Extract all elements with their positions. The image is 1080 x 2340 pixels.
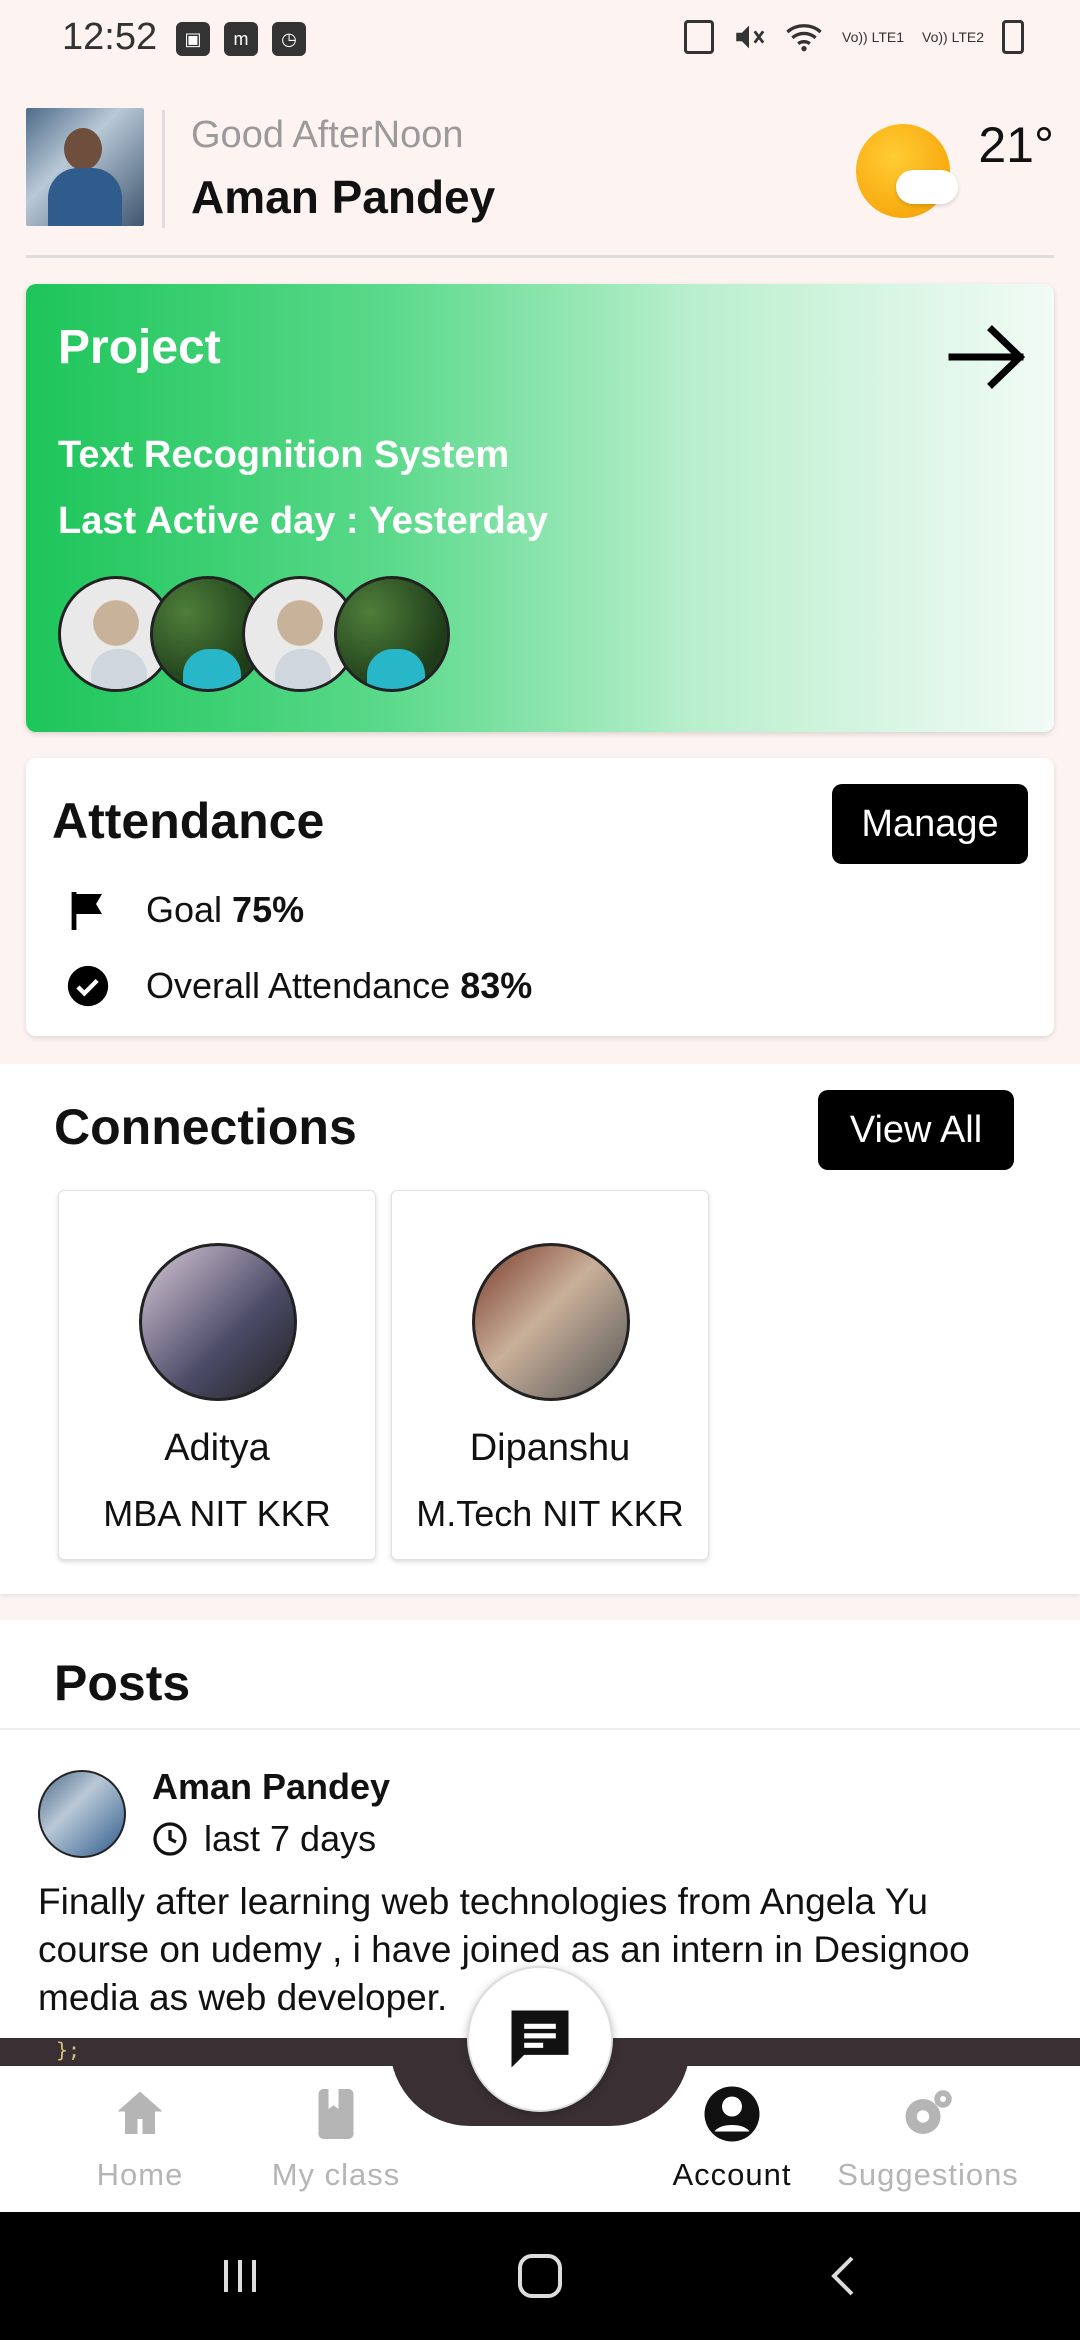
back-icon[interactable] xyxy=(814,2246,874,2306)
status-time: 12:52 xyxy=(62,16,158,58)
user-avatar[interactable] xyxy=(26,108,144,226)
lte1-signal-icon: Vo)) LTE1 xyxy=(842,29,904,45)
post-time-text: last 7 days xyxy=(204,1818,377,1859)
header: Good AfterNoon Aman Pandey 21° xyxy=(26,108,1054,258)
nav-account[interactable]: Account xyxy=(632,2084,832,2193)
weather-widget: 21° xyxy=(856,116,1054,218)
attendance-card: Attendance Manage Goal 75% Overall Atten… xyxy=(26,758,1054,1036)
goal-value: 75% xyxy=(232,889,305,930)
image-icon: ▣ xyxy=(176,22,210,56)
status-bar: 12:52 ▣ m ◷ Vo)) LTE1 Vo)) LTE2 xyxy=(0,0,1080,80)
post-author-avatar[interactable] xyxy=(38,1770,126,1858)
goal-row: Goal 75% xyxy=(60,880,304,940)
member-avatar xyxy=(334,576,450,692)
post-time: last 7 days xyxy=(152,1818,376,1860)
status-left-icons: ▣ m ◷ xyxy=(176,22,306,56)
nav-suggestions[interactable]: Suggestions xyxy=(828,2084,1028,2193)
connection-avatar xyxy=(472,1243,630,1401)
connection-card[interactable]: Aditya MBA NIT KKR xyxy=(58,1190,376,1560)
greeting-text: Good AfterNoon xyxy=(191,114,464,156)
posts-divider xyxy=(0,1728,1080,1730)
wifi-icon xyxy=(786,24,822,52)
user-name: Aman Pandey xyxy=(191,171,496,223)
my-app-icon: m xyxy=(224,22,258,56)
overall-attendance-row: Overall Attendance 83% xyxy=(60,956,532,1016)
clock-app-icon: ◷ xyxy=(272,22,306,56)
chat-icon xyxy=(511,2010,569,2068)
header-divider xyxy=(162,110,165,228)
nav-account-label: Account xyxy=(672,2157,792,2192)
project-last-active: Last Active day : Yesterday xyxy=(58,500,549,542)
view-all-button[interactable]: View All xyxy=(818,1090,1014,1170)
lte2-signal-icon: Vo)) LTE2 xyxy=(922,29,984,45)
project-name: Text Recognition System xyxy=(58,434,510,476)
gear-icon xyxy=(905,2090,952,2134)
overall-attendance-label: Overall Attendance xyxy=(146,965,451,1006)
recent-apps-icon[interactable] xyxy=(210,2246,270,2306)
clock-icon xyxy=(153,1822,187,1856)
nav-home-label: Home xyxy=(96,2157,184,2192)
home-icon xyxy=(117,2091,163,2134)
goal-label: Goal xyxy=(146,889,223,930)
connections-section: Connections View All Aditya MBA NIT KKR … xyxy=(0,1064,1080,1594)
system-navigation-bar xyxy=(0,2212,1080,2340)
nav-suggestions-label: Suggestions xyxy=(837,2157,1019,2192)
status-right-icons: Vo)) LTE1 Vo)) LTE2 xyxy=(684,20,1024,54)
project-title: Project xyxy=(58,321,221,374)
connections-title: Connections xyxy=(54,1099,357,1155)
chat-fab-button[interactable] xyxy=(467,1966,613,2112)
connection-name: Dipanshu xyxy=(469,1427,631,1469)
account-icon xyxy=(704,2086,760,2142)
connection-card[interactable]: Dipanshu M.Tech NIT KKR xyxy=(391,1190,709,1560)
attendance-title: Attendance xyxy=(52,793,325,849)
battery-icon xyxy=(1002,20,1024,54)
project-card[interactable]: Project Text Recognition System Last Act… xyxy=(26,284,1054,732)
nav-my-class-label: My class xyxy=(271,2157,401,2192)
home-button-icon[interactable] xyxy=(510,2246,570,2306)
connection-avatar xyxy=(139,1243,297,1401)
flag-icon xyxy=(60,882,116,938)
book-icon xyxy=(318,2089,354,2139)
arrow-right-icon[interactable] xyxy=(948,324,1028,390)
header-separator xyxy=(26,255,1054,258)
overall-attendance-value: 83% xyxy=(460,965,533,1006)
temperature: 21° xyxy=(978,117,1054,173)
connection-name: Aditya xyxy=(164,1427,270,1469)
connection-subtitle: MBA NIT KKR xyxy=(103,1493,331,1534)
post-author[interactable]: Aman Pandey xyxy=(152,1766,390,1808)
check-circle-icon xyxy=(60,958,116,1014)
sun-cloud-icon xyxy=(856,116,959,218)
post-image-code: }; xyxy=(56,2038,81,2062)
nfc-icon xyxy=(684,20,714,54)
connection-subtitle: M.Tech NIT KKR xyxy=(416,1493,684,1534)
posts-title: Posts xyxy=(54,1655,191,1711)
manage-button[interactable]: Manage xyxy=(832,784,1028,864)
nav-home[interactable]: Home xyxy=(40,2084,240,2193)
project-members xyxy=(58,576,498,694)
mute-icon xyxy=(736,25,765,49)
nav-my-class[interactable]: My class xyxy=(236,2084,436,2193)
